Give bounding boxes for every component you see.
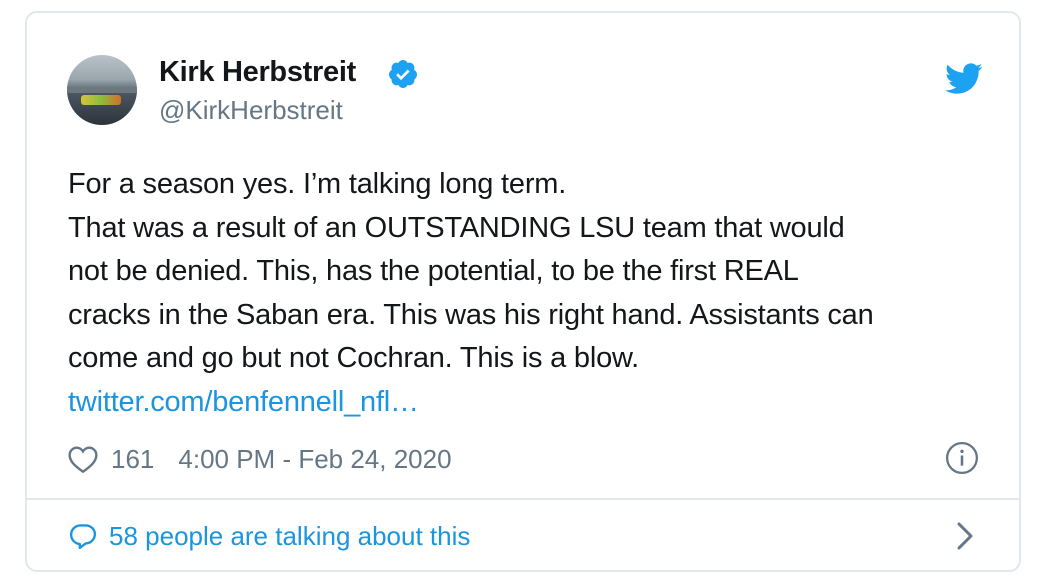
author-name[interactable]: Kirk Herbstreit	[159, 56, 356, 89]
tweet-card: Kirk Herbstreit @KirkHerbstreit For a se…	[25, 11, 1021, 572]
avatar-stadium-stands	[67, 87, 137, 93]
conversation-link[interactable]: 58 people are talking about this	[67, 517, 470, 555]
avatar-field	[81, 95, 121, 105]
tweet-link[interactable]: twitter.com/benfennell_nfl…	[68, 381, 419, 425]
info-icon[interactable]	[945, 441, 979, 475]
verified-badge-icon	[388, 60, 417, 88]
avatar[interactable]	[67, 55, 137, 125]
card-divider	[27, 498, 1019, 500]
heart-icon[interactable]	[67, 444, 99, 474]
author-handle[interactable]: @KirkHerbstreit	[159, 95, 343, 126]
tweet-meta: 161 4:00 PM - Feb 24, 2020	[67, 441, 452, 477]
twitter-bird-icon[interactable]	[945, 63, 983, 95]
like-count[interactable]: 161	[111, 444, 154, 475]
speech-bubble-icon	[69, 524, 97, 550]
tweet-text: For a season yes. I’m talking long term.…	[68, 168, 874, 374]
tweet-timestamp[interactable]: 4:00 PM - Feb 24, 2020	[178, 444, 451, 475]
conversation-label[interactable]: 58 people are talking about this	[109, 521, 470, 552]
chevron-right-icon[interactable]	[955, 521, 975, 551]
